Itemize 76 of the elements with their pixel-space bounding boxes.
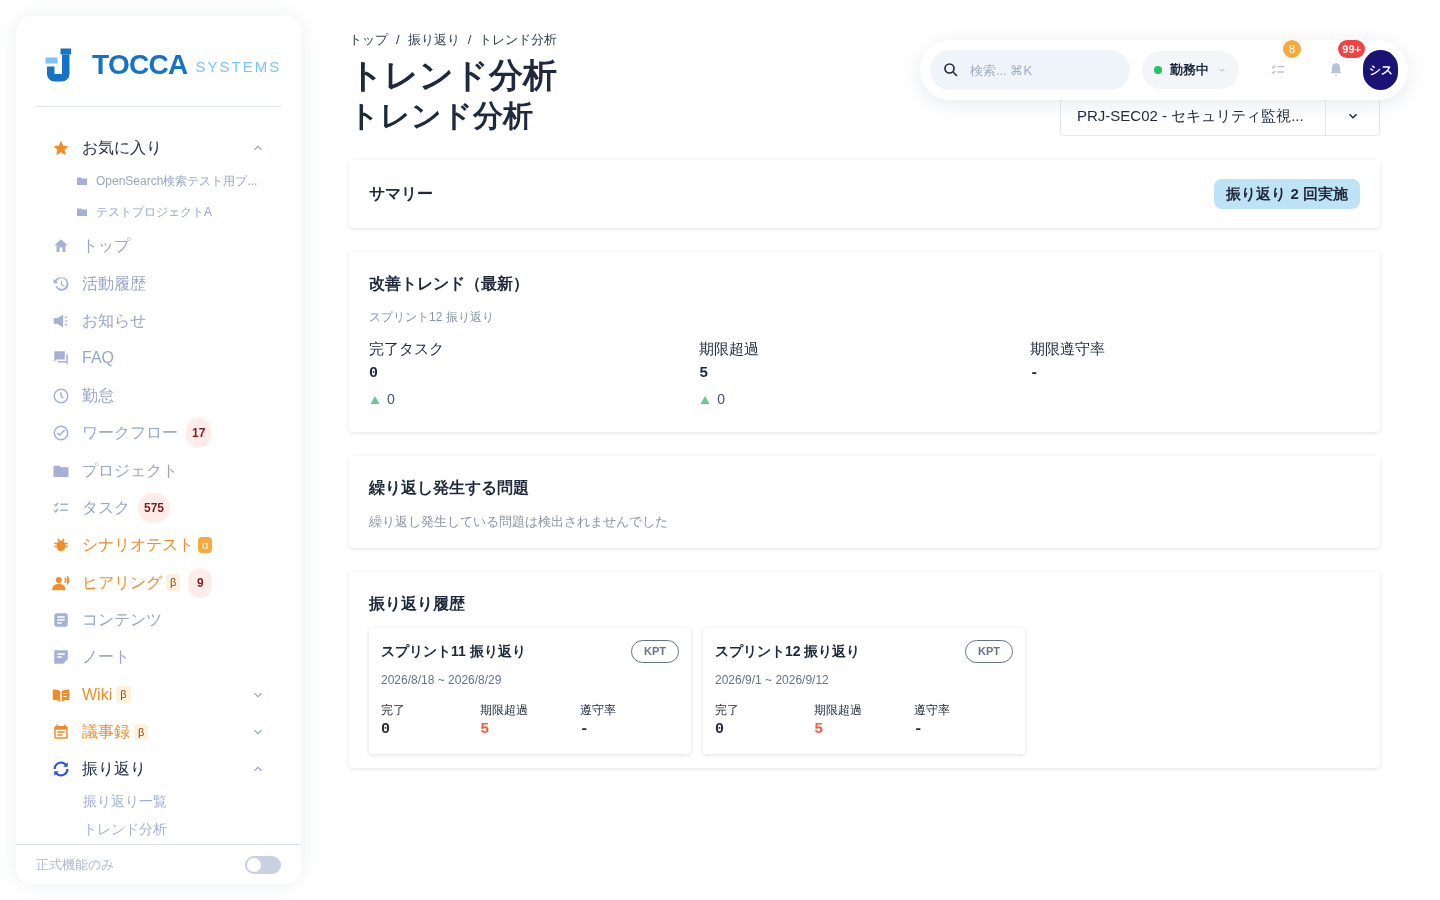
card-title: スプリント12 振り返り — [715, 641, 861, 661]
count-badge: 9 — [188, 567, 213, 598]
tag: β — [116, 686, 131, 703]
count-badge: 振り返り 2 回実施 — [1214, 178, 1360, 210]
stat-value: - — [913, 719, 924, 740]
section-title: トレンド分析 — [349, 98, 533, 135]
retrospective-card[interactable]: スプリント11 振り返り KPT 2026/8/18 ~ 2026/8/29 完了 0 期限超過 5 遵守率 - — [369, 628, 691, 754]
sidebar-item[interactable]: ワークフロー 17 — [52, 414, 265, 452]
stat-label: 期限超過 — [814, 701, 864, 719]
search-icon — [942, 61, 960, 79]
breadcrumb-link[interactable]: 振り返り — [407, 30, 460, 50]
stat-value: 5 — [814, 719, 825, 740]
card-title: 繰り返し発生する問題 — [369, 478, 530, 498]
search-field[interactable]: 検索... ⌘K — [930, 50, 1130, 90]
toggle-switch[interactable] — [245, 855, 281, 874]
sidebar-item[interactable]: 振り返り — [52, 750, 265, 788]
metric-label: 期限遵守率 — [1029, 339, 1106, 359]
metric-value: 0 — [369, 363, 379, 384]
metric-label: 期限超過 — [699, 339, 761, 359]
card-title: 改善トレンド（最新） — [369, 274, 530, 294]
note-icon — [52, 648, 70, 667]
check-circle-icon — [52, 424, 70, 443]
document-icon — [52, 610, 70, 629]
toggle-label: 正式機能のみ — [36, 855, 114, 874]
logo-subtext: SYSTEMS — [195, 56, 282, 77]
tag: α — [198, 536, 213, 554]
refresh-icon — [52, 760, 70, 779]
folder-icon — [76, 206, 88, 219]
count-badge: 575 — [138, 492, 171, 523]
stat-value: 5 — [480, 719, 491, 740]
stat-label: 期限超過 — [480, 701, 530, 719]
folder-icon — [76, 175, 88, 188]
card-title: スプリント11 振り返り — [381, 641, 526, 661]
count-badge: 99+ — [1338, 40, 1365, 58]
speaking-person-icon — [52, 573, 70, 592]
stat-value: 0 — [381, 719, 391, 740]
history-icon — [52, 274, 70, 293]
status-button[interactable]: 勤務中 — [1142, 51, 1239, 89]
logo-text: TOCCA — [92, 48, 188, 82]
breadcrumb-separator: / — [467, 31, 472, 49]
bell-icon — [1328, 62, 1344, 78]
empty-message: 繰り返し発生している問題は検出されませんでした — [369, 513, 669, 531]
sidebar-item[interactable]: ヒアリング β 9 — [52, 563, 265, 602]
stat-value: 0 — [715, 719, 725, 740]
metric-label: 完了タスク — [369, 339, 445, 359]
clock-icon — [52, 386, 70, 405]
sidebar-item[interactable]: お気に入り — [52, 131, 265, 166]
stat-label: 遵守率 — [913, 701, 951, 719]
breadcrumb-link[interactable]: トレンド分析 — [479, 30, 558, 50]
count-badge: 17 — [186, 418, 212, 449]
retrospective-card[interactable]: スプリント12 振り返り KPT 2026/9/1 ~ 2026/9/12 完了 0 期限超過 5 遵守率 - — [703, 628, 1025, 754]
tag: β — [134, 723, 149, 741]
breadcrumb-link[interactable]: トップ — [349, 30, 388, 50]
sidebar-item[interactable]: タスク 575 — [52, 489, 265, 527]
metric-value: 5 — [699, 363, 710, 384]
page-title: トレンド分析 — [349, 54, 557, 96]
star-icon — [52, 139, 70, 158]
sidebar-item[interactable]: 議事録 β — [52, 713, 265, 751]
sidebar-item[interactable]: Wiki β — [52, 675, 265, 714]
stat-label: 完了 — [715, 701, 740, 719]
metric-delta: 0 — [387, 390, 395, 409]
metric-delta: 0 — [717, 390, 726, 409]
stat-label: 完了 — [381, 701, 406, 719]
stat-label: 遵守率 — [579, 701, 617, 719]
tag: β — [166, 574, 181, 591]
stat-value: - — [579, 719, 590, 740]
card-title: 振り返り履歴 — [369, 594, 466, 614]
calendar-icon — [52, 722, 70, 741]
count-badge: 8 — [1283, 40, 1301, 58]
metric-value: - — [1029, 363, 1040, 384]
date-range: 2026/9/1 ~ 2026/9/12 — [715, 671, 830, 689]
card-title: サマリー — [369, 184, 433, 204]
card-caption: スプリント12 振り返り — [369, 309, 495, 326]
date-range: 2026/8/18 ~ 2026/8/29 — [381, 671, 503, 689]
avatar[interactable]: シス — [1363, 50, 1398, 90]
breadcrumb-separator: / — [396, 31, 400, 49]
